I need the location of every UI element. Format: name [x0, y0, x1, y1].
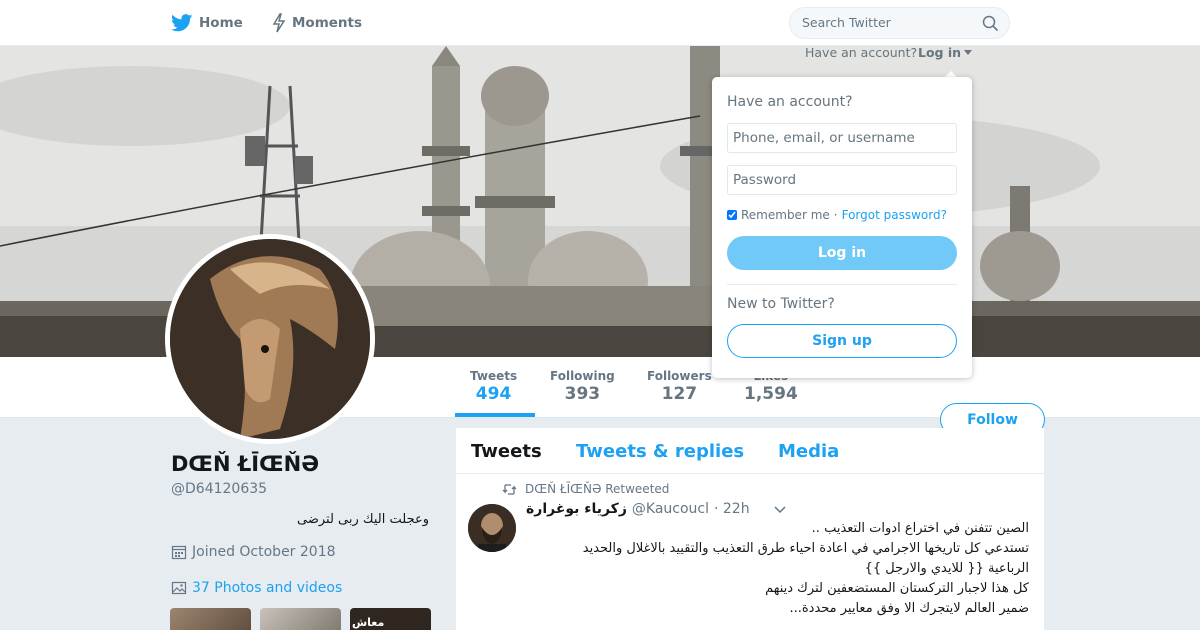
stat-likes-value: 1,594	[744, 384, 798, 404]
have-account-text: Have an account?	[805, 45, 918, 60]
profile-joined-label: Joined October 2018	[192, 544, 336, 560]
nav-home-label: Home	[199, 15, 243, 31]
password-field[interactable]	[727, 165, 957, 195]
tweet-text-line: ضمير العالم لايتجرك الا وفق معايير محددة…	[789, 601, 1029, 616]
image-icon	[171, 581, 187, 595]
retweet-context: DŒŇ ŁĪŒŇƏ Retweeted	[502, 482, 669, 496]
tab-tweets[interactable]: Tweets	[471, 441, 542, 462]
stat-tweets-value: 494	[475, 384, 512, 404]
nav-home[interactable]: Home	[171, 12, 243, 34]
new-to-twitter-label: New to Twitter?	[727, 296, 835, 312]
search-box	[789, 7, 1010, 39]
stat-tweets[interactable]: Tweets 494	[470, 369, 517, 404]
timeline-tabs: Tweets Tweets & replies Media	[456, 428, 1044, 474]
stat-following-value: 393	[564, 384, 601, 404]
tweet-author-name[interactable]: زكرياء بوغرارة	[526, 501, 627, 517]
nav-moments-label: Moments	[292, 15, 363, 31]
tweet-timestamp[interactable]: · 22h	[714, 501, 750, 517]
stat-followers[interactable]: Followers 127	[647, 369, 712, 404]
separator-dot: ·	[833, 208, 838, 222]
login-button[interactable]: Log in	[727, 236, 957, 270]
profile-joined: Joined October 2018	[171, 544, 336, 560]
login-dropdown-toggle[interactable]: Log in	[918, 45, 973, 60]
profile-bio: وعجلت اليك ربى لترضى	[296, 512, 429, 527]
horse-avatar-image	[170, 239, 370, 439]
search-input[interactable]	[802, 15, 972, 30]
retweet-context-label[interactable]: DŒŇ ŁĪŒŇƏ Retweeted	[525, 482, 669, 496]
photos-videos-link[interactable]: 37 Photos and videos	[171, 580, 342, 596]
forgot-password-link[interactable]: Forgot password?	[842, 208, 947, 222]
media-thumbnail[interactable]	[260, 608, 341, 630]
stat-followers-label: Followers	[647, 369, 712, 383]
photos-videos-label: 37 Photos and videos	[192, 580, 343, 596]
media-thumbnail[interactable]	[170, 608, 251, 630]
media-thumbnail[interactable]: معاش	[350, 608, 431, 630]
chevron-down-icon[interactable]	[774, 506, 786, 514]
username-field[interactable]	[727, 123, 957, 153]
login-dropdown: Have an account? Remember me · Forgot pa…	[712, 77, 972, 378]
nav-moments[interactable]: Moments	[272, 12, 362, 34]
tab-media[interactable]: Media	[778, 441, 839, 462]
remember-me-label[interactable]: Remember me	[741, 208, 830, 222]
media-thumbnails: معاش	[170, 608, 431, 630]
lightning-icon	[272, 13, 286, 33]
tweet-text-line: الصين تتفنن في اختراع ادوات التعذيب ..	[811, 521, 1029, 536]
tweet-text-line: الرباعية {{ للايدي والارجل }}	[864, 561, 1029, 576]
profile-handle[interactable]: @D64120635	[171, 481, 267, 497]
stat-following-label: Following	[550, 369, 615, 383]
remember-row: Remember me · Forgot password?	[727, 208, 947, 222]
login-title: Have an account?	[727, 94, 853, 110]
stat-followers-value: 127	[661, 384, 698, 404]
retweet-icon	[502, 483, 517, 495]
stat-tweets-label: Tweets	[470, 369, 518, 383]
tweet-text-line: كل هذا لاجبار التركستان المستضعفين لترك …	[765, 581, 1029, 596]
tweet-text: الصين تتفنن في اختراع ادوات التعذيب .. ت…	[526, 519, 1029, 619]
stat-following[interactable]: Following 393	[550, 369, 615, 404]
login-link-label: Log in	[918, 45, 962, 60]
active-stat-underline	[455, 413, 535, 417]
divider	[727, 284, 957, 285]
calendar-icon	[171, 545, 187, 560]
twitter-bird-icon	[171, 14, 193, 32]
remember-me-checkbox[interactable]	[727, 210, 737, 220]
profile-name[interactable]: DŒŇ ŁĪŒŇƏ	[171, 452, 319, 476]
tweet-text-line: تستدعي كل تاريخها الاجرامي في اعادة احيا…	[582, 541, 1029, 556]
tweet-header: زكرياء بوغرارة @Kaucoucl · 22h	[526, 501, 750, 517]
top-navigation-bar: Home Moments	[0, 0, 1200, 46]
tab-tweets-replies[interactable]: Tweets & replies	[576, 441, 744, 462]
profile-avatar[interactable]	[165, 234, 375, 444]
thumbnail-caption: معاش	[352, 616, 385, 629]
search-icon[interactable]	[982, 15, 999, 32]
tweet-author-handle[interactable]: @Kaucoucl	[632, 501, 709, 517]
caret-down-icon	[964, 50, 973, 55]
tweet-author-avatar[interactable]	[468, 504, 516, 552]
timeline: Tweets Tweets & replies Media DŒŇ ŁĪŒŇƏ …	[456, 428, 1044, 630]
signup-button[interactable]: Sign up	[727, 324, 957, 358]
